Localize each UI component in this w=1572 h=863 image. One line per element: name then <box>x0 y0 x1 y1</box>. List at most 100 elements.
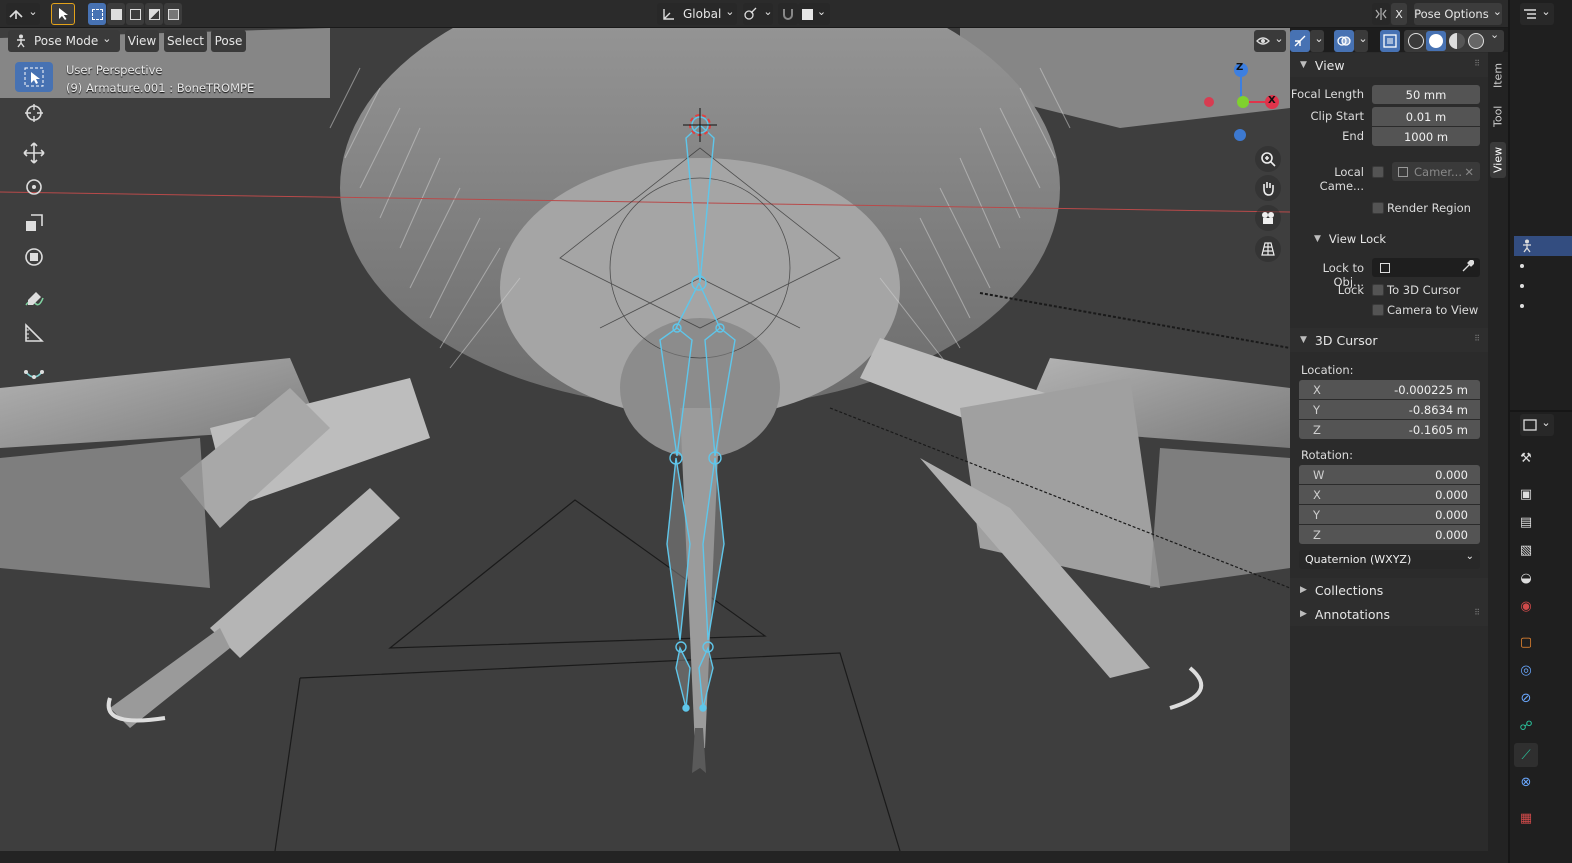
tool-properties-icon[interactable]: ⚒ <box>1516 448 1536 468</box>
xray-toggle[interactable] <box>1380 30 1400 52</box>
camera-view-button[interactable] <box>1255 205 1281 231</box>
cursor-location-x[interactable]: X -0.000225 m <box>1299 380 1480 399</box>
collections-panel-header[interactable]: ▶ Collections <box>1290 578 1488 602</box>
output-properties-icon[interactable]: ▤ <box>1516 512 1536 532</box>
x-mirror-toggle[interactable]: X <box>1391 3 1407 25</box>
select-invert-mode-button[interactable] <box>145 3 163 25</box>
annotations-panel-header[interactable]: ▶ Annotations ⠿ <box>1290 602 1488 626</box>
select-new-mode-button[interactable] <box>88 3 106 25</box>
zoom-icon <box>1261 152 1276 167</box>
cursor-tool[interactable] <box>15 98 53 128</box>
clip-start-field[interactable]: 0.01 m <box>1372 107 1480 126</box>
render-region-label: Render Region <box>1387 201 1471 215</box>
tab-tool[interactable]: Tool <box>1490 100 1506 132</box>
move-tool[interactable] <box>15 138 53 168</box>
constraint-properties-icon[interactable]: ⊘ <box>1516 688 1536 708</box>
pivot-point-dropdown[interactable] <box>743 3 773 25</box>
tab-item-label: Item <box>1491 62 1505 88</box>
rendered-shading-button[interactable] <box>1468 33 1484 49</box>
tab-view[interactable]: View <box>1490 142 1506 178</box>
wireframe-shading-button[interactable] <box>1408 33 1424 49</box>
gizmo-dropdown[interactable] <box>1310 30 1324 52</box>
view-layer-properties-icon[interactable]: ▧ <box>1516 540 1536 560</box>
clip-end-field[interactable]: 1000 m <box>1372 127 1480 146</box>
focal-length-field[interactable]: 50 mm <box>1372 85 1480 104</box>
bone-envelope-tool[interactable] <box>15 358 53 388</box>
gizmo-toggle[interactable] <box>1290 30 1310 52</box>
shading-dropdown[interactable] <box>1486 30 1502 52</box>
editor-type-button[interactable] <box>6 3 40 25</box>
select-extend-mode-button[interactable] <box>107 3 125 25</box>
object-properties-icon[interactable]: ▢ <box>1516 632 1536 652</box>
outliner-active-row[interactable] <box>1514 236 1572 256</box>
select-subtract-mode-button[interactable] <box>126 3 144 25</box>
select-intersect-mode-button[interactable] <box>164 3 182 25</box>
lock-to-object-field[interactable] <box>1372 258 1480 277</box>
scene-properties-icon[interactable]: ◒ <box>1516 568 1536 588</box>
zoom-button[interactable] <box>1255 146 1281 172</box>
solid-shading-button[interactable] <box>1426 31 1446 51</box>
bone-constraint-icon[interactable]: ⊗ <box>1516 772 1536 792</box>
cursor-rotation-w[interactable]: W 0.000 <box>1299 465 1480 484</box>
solid-sphere-icon <box>1429 34 1443 48</box>
3d-viewport[interactable]: User Perspective (9) Armature.001 : Bone… <box>0 28 1290 851</box>
viewport-header: Pose Mode View Select Pose <box>0 28 1290 52</box>
local-camera-field[interactable]: Camer... ✕ <box>1392 162 1480 181</box>
rotation-mode-dropdown[interactable]: Quaternion (WXYZ) ⌄ <box>1299 550 1480 569</box>
mode-dropdown[interactable]: Pose Mode <box>8 30 120 52</box>
transform-tool[interactable] <box>15 242 53 272</box>
drag-handle-icon[interactable]: ⠿ <box>1474 334 1480 343</box>
perspective-toggle-button[interactable] <box>1255 236 1281 262</box>
snap-target-dropdown[interactable] <box>798 3 830 25</box>
eyedropper-icon[interactable] <box>1462 259 1475 275</box>
select-new-icon <box>91 8 103 20</box>
transform-orientation-dropdown[interactable]: Global <box>657 3 737 25</box>
navigation-gizmo[interactable]: Z X <box>1200 60 1284 144</box>
lock-to-cursor-checkbox[interactable] <box>1372 284 1384 296</box>
overlay-toggle[interactable] <box>1334 30 1354 52</box>
overlay-dropdown[interactable] <box>1354 30 1368 52</box>
bone-properties-icon[interactable]: ⟋ <box>1514 743 1538 767</box>
view-menu[interactable]: View <box>125 30 159 52</box>
cursor-location-y[interactable]: Y -0.8634 m <box>1299 400 1480 419</box>
render-region-checkbox[interactable] <box>1372 202 1384 214</box>
mirror-settings-button[interactable] <box>1372 3 1390 25</box>
camera-to-view-checkbox[interactable] <box>1372 304 1384 316</box>
gizmo-icon <box>1294 35 1306 47</box>
world-properties-icon[interactable]: ◉ <box>1516 596 1536 616</box>
view-lock-header[interactable]: ▼ View Lock <box>1290 227 1488 251</box>
expand-arrow-icon: ▶ <box>1300 609 1307 619</box>
visibility-dropdown[interactable] <box>1254 30 1286 52</box>
render-properties-icon[interactable]: ▣ <box>1516 484 1536 504</box>
annotate-tool[interactable] <box>15 284 53 314</box>
pose-options-dropdown[interactable]: Pose Options <box>1414 3 1502 25</box>
cursor-location-z[interactable]: Z -0.1605 m <box>1299 420 1480 439</box>
cursor-rotation-y[interactable]: Y 0.000 <box>1299 505 1480 524</box>
3d-cursor-panel-header[interactable]: ▼ 3D Cursor ⠿ <box>1290 328 1488 352</box>
tab-item[interactable]: Item <box>1490 58 1506 92</box>
outliner-editor-type[interactable] <box>1520 3 1554 25</box>
scale-tool[interactable] <box>15 208 53 238</box>
drag-handle-icon[interactable]: ⠿ <box>1474 59 1480 68</box>
clear-icon[interactable]: ✕ <box>1464 165 1474 179</box>
view-panel-header[interactable]: ▼ View ⠿ <box>1290 53 1488 77</box>
cursor-rotation-z[interactable]: Z 0.000 <box>1299 525 1480 544</box>
pose-menu[interactable]: Pose <box>211 30 246 52</box>
armature-data-icon[interactable]: ☍ <box>1516 716 1536 736</box>
physics-properties-icon[interactable]: ◎ <box>1516 660 1536 680</box>
overlay-icon <box>1337 36 1351 46</box>
properties-editor-type[interactable] <box>1520 414 1554 436</box>
drag-handle-icon[interactable]: ⠿ <box>1474 608 1480 617</box>
select-tool-header-button[interactable] <box>51 3 75 25</box>
material-shading-button[interactable] <box>1449 33 1465 49</box>
rotate-tool[interactable] <box>15 172 53 202</box>
texture-properties-icon[interactable]: ▦ <box>1516 808 1536 828</box>
select-box-tool[interactable] <box>15 62 53 92</box>
pan-button[interactable] <box>1255 175 1281 201</box>
select-menu[interactable]: Select <box>164 30 207 52</box>
measure-tool[interactable] <box>15 318 53 348</box>
location-y-value: -0.8634 m <box>1408 402 1468 417</box>
cursor-rotation-x[interactable]: X 0.000 <box>1299 485 1480 504</box>
snap-toggle[interactable] <box>778 3 798 25</box>
local-camera-checkbox[interactable] <box>1372 166 1384 178</box>
